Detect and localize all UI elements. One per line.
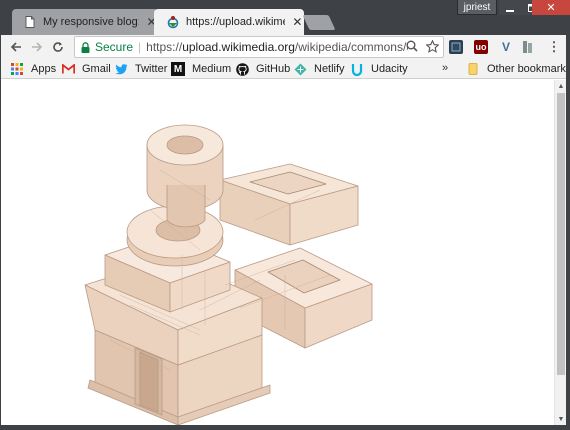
minimize-icon[interactable] xyxy=(499,0,521,15)
url-scheme: https:// xyxy=(146,40,183,54)
title-bar: My responsive blog: pictu ✕ https://uplo… xyxy=(0,0,570,35)
tab-label: My responsive blog: pictu xyxy=(42,16,140,28)
udacity-icon xyxy=(350,62,364,76)
bookmark-label: Other bookmarks xyxy=(487,63,570,75)
isometric-temple-drawing xyxy=(84,124,373,426)
lock-icon xyxy=(81,41,91,53)
github-icon xyxy=(235,62,249,76)
page-content xyxy=(0,80,554,426)
bookmark-label: GitHub xyxy=(256,63,291,75)
vue-devtools-icon[interactable]: V xyxy=(499,40,513,54)
bookmark-label: Twitter xyxy=(135,63,168,75)
url-path: /wikipedia/commons/6/6c... xyxy=(294,40,408,54)
bookmark-udacity[interactable]: Udacity xyxy=(350,61,408,77)
tab-wikimedia[interactable]: https://upload.wikimedia ✕ xyxy=(154,9,304,35)
address-separator: | xyxy=(138,40,142,54)
vertical-scrollbar[interactable]: ▲ ▼ xyxy=(554,80,566,425)
bookmark-netlify[interactable]: Netlify xyxy=(293,61,345,77)
notepad-extension-icon[interactable] xyxy=(449,40,463,54)
star-icon[interactable] xyxy=(424,38,440,54)
bookmark-label: Udacity xyxy=(371,63,408,75)
bookmark-label: Netlify xyxy=(314,63,345,75)
gmail-icon xyxy=(61,62,75,76)
address-bar[interactable]: Secure | https://upload.wikimedia.org/wi… xyxy=(74,36,444,58)
bookmark-other[interactable]: Other bookmarks xyxy=(466,61,570,77)
new-tab-button[interactable] xyxy=(302,15,336,30)
scroll-thumb[interactable] xyxy=(557,93,565,375)
document-icon xyxy=(24,15,37,29)
tab-blog[interactable]: My responsive blog: pictu ✕ xyxy=(12,9,158,35)
bookmark-medium[interactable]: M Medium xyxy=(171,61,231,77)
wikimedia-icon xyxy=(166,15,180,29)
bookmark-manager-icon[interactable] xyxy=(521,40,535,54)
bookmark-apps[interactable]: Apps xyxy=(10,61,56,77)
tab-label: https://upload.wikimedia xyxy=(186,16,285,28)
bookmark-label: Medium xyxy=(192,63,232,75)
bookmark-gmail[interactable]: Gmail xyxy=(61,61,111,77)
url-host: upload.wikimedia.org xyxy=(182,40,295,54)
kebab-menu-icon[interactable]: ⋮ xyxy=(547,39,561,54)
bookmarks-bar: Apps Gmail Twitter M Medium GitHub Netli… xyxy=(0,59,570,79)
bookmark-twitter[interactable]: Twitter xyxy=(114,61,167,77)
netlify-icon xyxy=(293,62,307,76)
window-frame-left xyxy=(0,35,1,430)
close-icon[interactable]: ✕ xyxy=(532,0,570,15)
tab-close-icon[interactable]: ✕ xyxy=(291,15,304,29)
profile-button[interactable]: jpriest xyxy=(457,0,497,15)
apps-grid-icon xyxy=(10,62,24,76)
medium-icon: M xyxy=(171,62,185,76)
magnifier-icon[interactable] xyxy=(404,38,420,54)
window-frame-bottom xyxy=(0,425,570,430)
forward-arrow-icon[interactable] xyxy=(27,37,47,57)
bookmark-label: Apps xyxy=(31,63,57,75)
folder-icon xyxy=(466,62,480,76)
bookmarks-overflow-button[interactable]: » xyxy=(442,62,448,74)
url-text[interactable]: https://upload.wikimedia.org/wikipedia/c… xyxy=(146,40,408,54)
bookmark-github[interactable]: GitHub xyxy=(235,61,290,77)
secure-label: Secure xyxy=(95,40,134,54)
toolbar: Secure | https://upload.wikimedia.org/wi… xyxy=(0,35,570,59)
bookmark-label: Gmail xyxy=(82,63,111,75)
window-frame-right xyxy=(566,35,570,430)
reload-icon[interactable] xyxy=(48,37,68,57)
twitter-icon xyxy=(114,62,128,76)
ublock-icon[interactable]: uo xyxy=(474,40,488,54)
back-arrow-icon[interactable] xyxy=(6,37,26,57)
